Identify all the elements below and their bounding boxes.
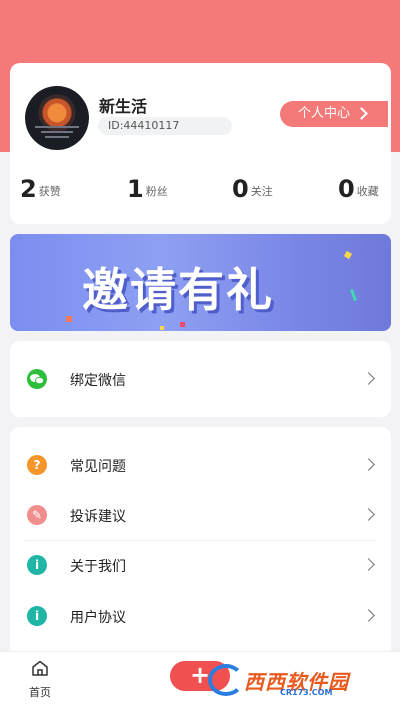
watermark-logo-icon <box>208 664 244 696</box>
home-icon <box>31 660 49 676</box>
username: 新生活 <box>99 97 148 116</box>
watermark: 西西软件园 CR173.COM <box>208 662 378 698</box>
stat-value: 0 <box>338 175 355 203</box>
stat-likes[interactable]: 2 获赞 <box>20 175 61 205</box>
bind-wechat-item[interactable]: 绑定微信 <box>10 355 391 405</box>
stat-label: 粉丝 <box>145 185 168 198</box>
wechat-card: 绑定微信 <box>10 341 391 417</box>
bind-wechat-label: 绑定微信 <box>70 373 126 389</box>
menu-card: ? 常见问题 ✎ 投诉建议 i 关于我们 i 用户协议 <box>10 427 391 657</box>
chevron-right-icon <box>362 458 375 471</box>
stat-value: 1 <box>127 175 144 203</box>
chevron-right-icon <box>362 508 375 521</box>
avatar[interactable] <box>25 86 89 150</box>
menu-item-about[interactable]: i 关于我们 <box>10 541 391 591</box>
menu-item-label: 投诉建议 <box>70 509 126 525</box>
stat-value: 2 <box>20 175 37 203</box>
chevron-right-icon <box>362 372 375 385</box>
tab-home[interactable]: 首页 <box>22 660 58 706</box>
profile-card: 新生活 ID:44410117 个人中心 2 获赞 1 粉丝 0 关注 0 收藏 <box>10 63 391 224</box>
invite-banner[interactable]: 邀请有礼 <box>10 234 391 331</box>
watermark-sub: CR173.COM <box>280 688 333 697</box>
tab-home-label: 首页 <box>29 686 51 699</box>
stat-favorites[interactable]: 0 收藏 <box>338 175 379 205</box>
chevron-right-icon <box>362 558 375 571</box>
personal-center-label: 个人中心 <box>298 106 351 121</box>
stat-label: 关注 <box>250 185 273 198</box>
menu-item-label: 常见问题 <box>70 459 126 475</box>
menu-item-agreement[interactable]: i 用户协议 <box>10 592 391 642</box>
menu-item-feedback[interactable]: ✎ 投诉建议 <box>10 491 391 541</box>
feedback-icon: ✎ <box>27 505 47 525</box>
stat-following[interactable]: 0 关注 <box>232 175 273 205</box>
stat-label: 收藏 <box>356 185 379 198</box>
banner-title: 邀请有礼 <box>82 263 274 317</box>
stat-value: 0 <box>232 175 249 203</box>
menu-item-label: 关于我们 <box>70 559 126 575</box>
chevron-right-icon <box>355 107 368 120</box>
info-icon: i <box>27 555 47 575</box>
personal-center-button[interactable]: 个人中心 <box>280 101 388 127</box>
question-icon: ? <box>27 455 47 475</box>
stat-label: 获赞 <box>38 185 61 198</box>
wechat-icon <box>27 369 47 389</box>
menu-item-label: 用户协议 <box>70 610 126 626</box>
menu-item-faq[interactable]: ? 常见问题 <box>10 441 391 491</box>
user-id: ID:44410117 <box>98 117 232 135</box>
stat-fans[interactable]: 1 粉丝 <box>127 175 168 205</box>
info-icon: i <box>27 606 47 626</box>
chevron-right-icon <box>362 609 375 622</box>
